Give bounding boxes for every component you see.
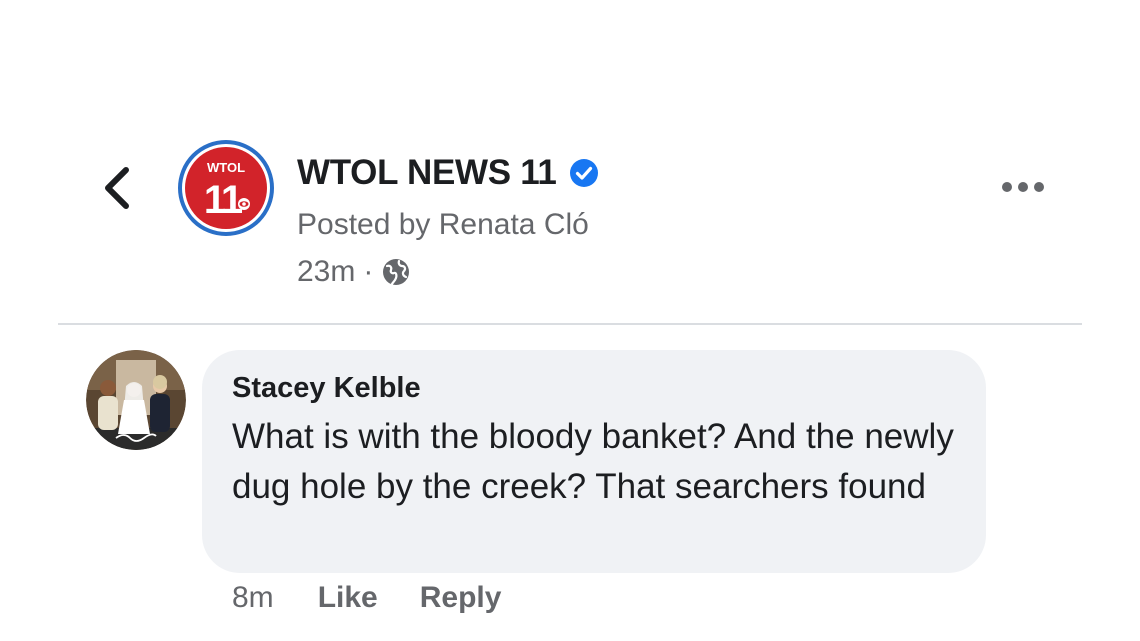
like-button[interactable]: Like: [318, 581, 378, 615]
posted-by-text: Posted by Renata Cló: [297, 208, 589, 241]
cbs-eye-icon: [238, 198, 250, 210]
post-meta: 23m ·: [297, 252, 411, 292]
chevron-left-icon[interactable]: [98, 164, 138, 212]
reply-button[interactable]: Reply: [420, 581, 502, 615]
comment-text: What is with the bloody banket? And the …: [232, 417, 954, 506]
more-options-icon[interactable]: [1000, 176, 1046, 198]
page-avatar[interactable]: WTOL 11: [176, 138, 276, 238]
comment-bubble: Stacey Kelble What is with the bloody ba…: [202, 350, 986, 573]
logo-number: 11: [204, 178, 243, 222]
header-divider: [58, 323, 1082, 325]
meta-separator: ·: [363, 255, 374, 288]
logo-top-text: WTOL: [207, 160, 245, 175]
commenter-avatar[interactable]: [86, 350, 186, 450]
post-comments-view: WTOL 11 WTOL NEWS 11 Posted by Renata Cl…: [0, 0, 1140, 641]
page-name-row: WTOL NEWS 11: [297, 150, 599, 196]
comment-author[interactable]: Stacey Kelble: [232, 372, 421, 405]
verified-badge-icon: [569, 159, 598, 187]
post-time[interactable]: 23m: [297, 255, 355, 289]
comment-actions: 8m Like Reply: [232, 578, 543, 618]
globe-icon[interactable]: [381, 257, 411, 287]
comment-time[interactable]: 8m: [232, 581, 274, 615]
page-name[interactable]: WTOL NEWS 11: [297, 153, 557, 193]
